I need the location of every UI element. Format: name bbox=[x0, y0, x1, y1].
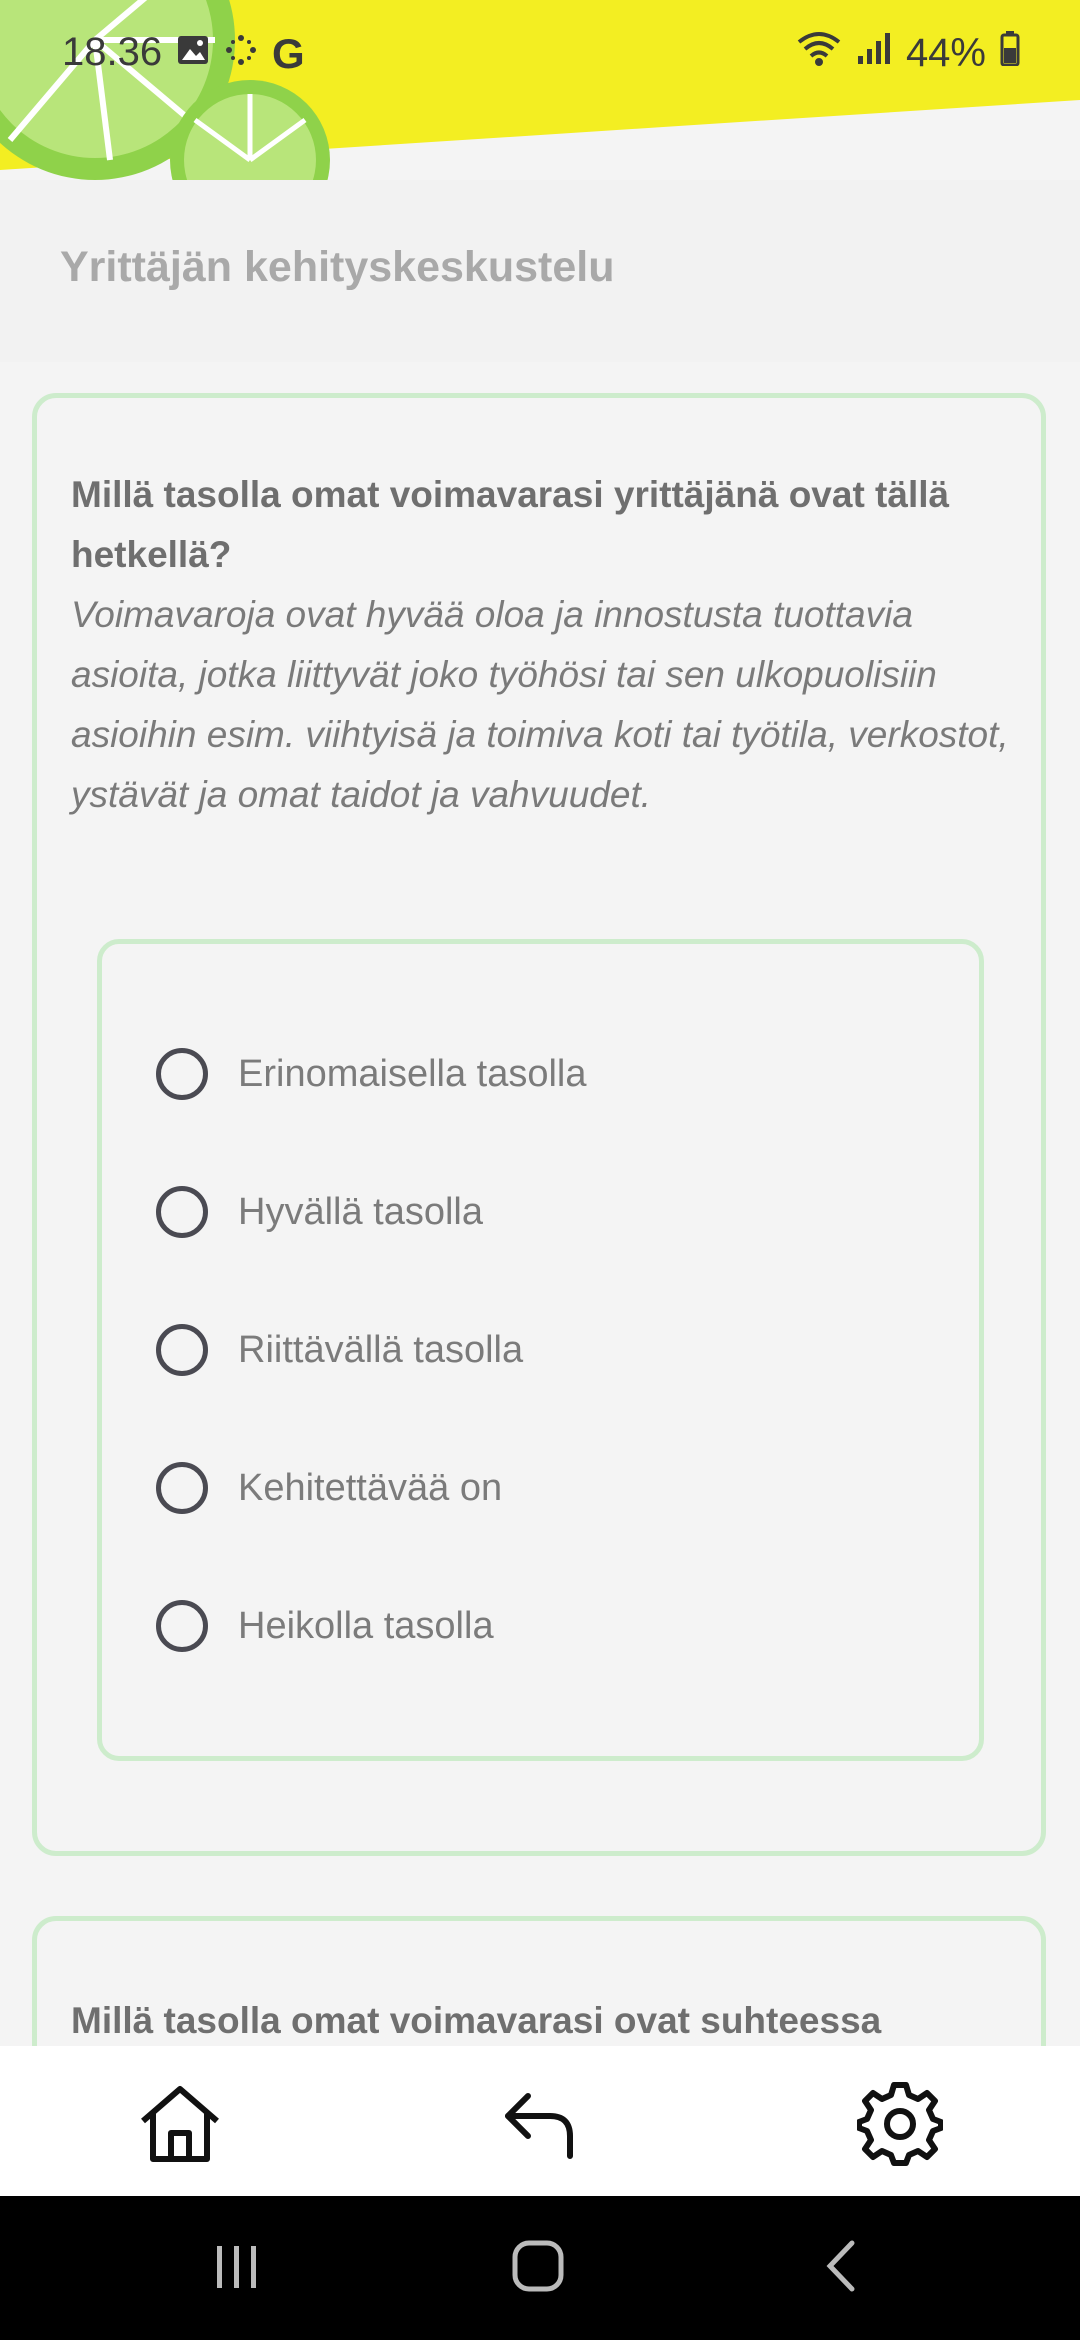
home-system-button[interactable] bbox=[493, 2236, 583, 2300]
option-kehitettavaa[interactable]: Kehitettävää on bbox=[156, 1453, 502, 1523]
signal-icon bbox=[856, 30, 892, 76]
options-group: Erinomaisella tasolla Hyvällä tasolla Ri… bbox=[97, 939, 984, 1761]
option-hyvalla[interactable]: Hyvällä tasolla bbox=[156, 1177, 483, 1247]
system-nav-bar bbox=[0, 2196, 1080, 2340]
radio-button[interactable] bbox=[156, 1600, 208, 1652]
back-icon bbox=[822, 2239, 862, 2298]
option-label: Heikolla tasolla bbox=[238, 1604, 494, 1647]
reply-icon bbox=[500, 2084, 580, 2169]
option-label: Erinomaisella tasolla bbox=[238, 1052, 587, 1095]
question-card: Millä tasolla omat voimavarasi yrittäjän… bbox=[32, 393, 1046, 1856]
option-riittavalla[interactable]: Riittävällä tasolla bbox=[156, 1315, 523, 1385]
bottom-nav bbox=[0, 2046, 1080, 2196]
battery-percent: 44% bbox=[905, 30, 986, 75]
option-label: Riittävällä tasolla bbox=[238, 1328, 524, 1371]
status-bar: 18.36 G 44% bbox=[0, 0, 1080, 104]
battery-icon bbox=[1000, 30, 1020, 76]
question-title: Millä tasolla omat voimavarasi ovat suht… bbox=[71, 2000, 882, 2041]
sparkle-icon bbox=[224, 32, 258, 77]
google-icon: G bbox=[272, 30, 305, 77]
radio-button[interactable] bbox=[156, 1324, 208, 1376]
option-label: Kehitettävää on bbox=[238, 1466, 503, 1509]
page-title: Yrittäjän kehityskeskustelu bbox=[60, 243, 615, 291]
radio-button[interactable] bbox=[156, 1186, 208, 1238]
question-description: Voimavaroja ovat hyvää oloa ja innostust… bbox=[71, 594, 1009, 815]
question-title: Millä tasolla omat voimavarasi yrittäjän… bbox=[71, 474, 950, 575]
home-circle-icon bbox=[511, 2239, 565, 2298]
image-icon bbox=[176, 32, 210, 77]
home-button[interactable] bbox=[130, 2076, 230, 2176]
radio-button[interactable] bbox=[156, 1462, 208, 1514]
back-system-button[interactable] bbox=[797, 2236, 887, 2300]
option-heikolla[interactable]: Heikolla tasolla bbox=[156, 1591, 494, 1661]
recents-button[interactable] bbox=[192, 2236, 282, 2300]
recents-icon bbox=[212, 2241, 262, 2296]
status-time: 18.36 bbox=[62, 30, 163, 74]
back-reply-button[interactable] bbox=[490, 2076, 590, 2176]
wifi-icon bbox=[796, 30, 842, 76]
radio-button[interactable] bbox=[156, 1048, 208, 1100]
option-label: Hyvällä tasolla bbox=[238, 1190, 483, 1233]
settings-button[interactable] bbox=[850, 2076, 950, 2176]
option-erinomaisella[interactable]: Erinomaisella tasolla bbox=[156, 1039, 587, 1109]
gear-icon bbox=[856, 2081, 944, 2172]
home-icon bbox=[137, 2081, 223, 2172]
